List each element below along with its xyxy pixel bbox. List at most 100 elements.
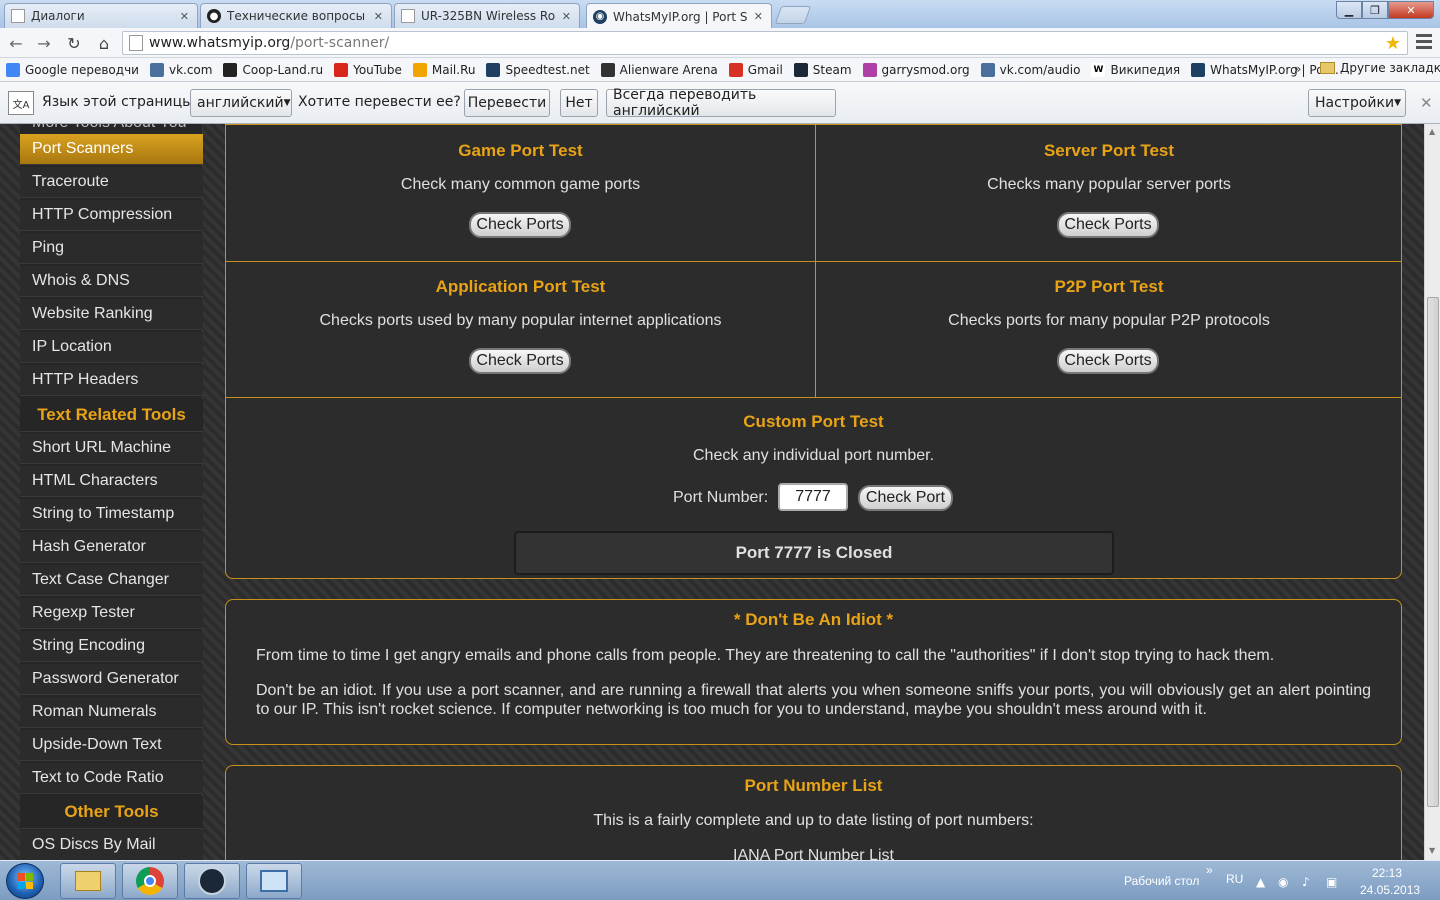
home-icon[interactable]: ⌂ — [94, 33, 114, 53]
menu-icon[interactable] — [1416, 34, 1432, 50]
always-translate-button[interactable]: Всегда переводить английский — [606, 87, 836, 119]
clock-time[interactable]: 22:13 — [1372, 866, 1402, 880]
close-icon[interactable]: ✕ — [754, 10, 763, 23]
sidebar-item[interactable]: Short URL Machine — [20, 433, 203, 464]
sidebar-item[interactable]: Text to Code Ratio — [20, 763, 203, 794]
bookmark-item[interactable]: Alienware Arena — [600, 62, 718, 77]
sidebar-item[interactable]: Hash Generator — [20, 532, 203, 563]
scroll-down-icon[interactable]: ▼ — [1429, 846, 1435, 855]
bookmark-item[interactable]: W Википедия — [1091, 62, 1180, 77]
check-ports-button[interactable]: Check Ports — [469, 348, 571, 374]
sidebar-item[interactable]: Password Generator — [20, 664, 203, 695]
scroll-thumb[interactable] — [1427, 297, 1439, 807]
maximize-button[interactable]: ❐ — [1362, 1, 1388, 19]
sidebar-item[interactable]: Upside-Down Text — [20, 730, 203, 761]
tab-router[interactable]: UR-325BN Wireless Router ✕ — [394, 3, 580, 28]
sidebar-item[interactable]: Whois & DNS — [20, 266, 203, 297]
sidebar-item[interactable]: Website Ranking — [20, 299, 203, 330]
address-bar[interactable]: www.whatsmyip.org/port-scanner/ ★ — [122, 31, 1408, 55]
check-ports-button[interactable]: Check Ports — [1057, 212, 1159, 238]
scroll-up-icon[interactable]: ▲ — [1429, 127, 1435, 136]
back-arrow-icon[interactable]: ← — [6, 33, 26, 53]
bookmark-label: Google переводчи — [25, 62, 139, 77]
check-port-button[interactable]: Check Port — [858, 485, 953, 511]
chrome-taskbar-button[interactable] — [122, 863, 178, 899]
reload-icon[interactable]: ↻ — [64, 33, 84, 53]
explorer-taskbar-button[interactable] — [60, 863, 116, 899]
minimize-button[interactable]: ▁ — [1336, 1, 1362, 19]
bookmark-item[interactable]: Gmail — [728, 62, 783, 77]
bookmark-item[interactable]: WhatsMyIP.org | Por... — [1191, 62, 1339, 77]
bookmark-favicon-icon — [1191, 62, 1206, 77]
other-bookmarks-label: Другие закладки — [1340, 61, 1440, 75]
sidebar-item[interactable]: HTTP Headers — [20, 365, 203, 396]
close-icon[interactable]: ✕ — [180, 10, 189, 23]
sidebar-item[interactable]: Roman Numerals — [20, 697, 203, 728]
steam-taskbar-button[interactable] — [184, 863, 240, 899]
bookmark-star-icon[interactable]: ★ — [1385, 33, 1401, 54]
other-bookmarks[interactable]: Другие закладки — [1320, 61, 1440, 75]
port-number-input[interactable]: 7777 — [778, 483, 848, 511]
clock-date[interactable]: 24.05.2013 — [1360, 883, 1420, 897]
bookmark-item[interactable]: Steam — [793, 62, 852, 77]
check-ports-button[interactable]: Check Ports — [469, 212, 571, 238]
folder-icon — [75, 871, 101, 891]
bookmark-item[interactable]: vk.com — [149, 62, 212, 77]
forward-arrow-icon[interactable]: → — [34, 33, 54, 53]
tab-tech-questions[interactable]: ● Технические вопросы и ✕ — [200, 3, 392, 28]
show-hidden-icons-icon[interactable]: ▲ — [1256, 875, 1270, 889]
check-ports-button[interactable]: Check Ports — [1057, 348, 1159, 374]
sidebar-item[interactable]: Traceroute — [20, 167, 203, 198]
language-indicator[interactable]: RU — [1226, 872, 1243, 886]
translate-question: Хотите перевести ее? — [298, 94, 461, 110]
no-button[interactable]: Нет — [560, 89, 598, 117]
bookmark-item[interactable]: Speedtest.net — [486, 62, 590, 77]
bookmarks-more-button[interactable]: » — [1294, 62, 1301, 76]
bookmark-label: YouTube — [353, 62, 402, 77]
sidebar-item[interactable]: String to Timestamp — [20, 499, 203, 530]
section-description: Check many common game ports — [400, 176, 641, 193]
translate-button[interactable]: Перевести — [464, 89, 550, 117]
bookmark-item[interactable]: Coop-Land.ru — [223, 62, 323, 77]
new-tab-button[interactable] — [774, 6, 812, 24]
close-icon[interactable]: ✕ — [1420, 94, 1433, 112]
close-icon[interactable]: ✕ — [562, 10, 571, 23]
bookmark-item[interactable]: Google переводчи — [6, 62, 139, 77]
network-icon[interactable]: ▣ — [1326, 875, 1340, 889]
sidebar-item[interactable]: Regexp Tester — [20, 598, 203, 629]
bookmark-item[interactable]: vk.com/audio — [980, 62, 1080, 77]
sidebar-item[interactable]: HTTP Compression — [20, 200, 203, 231]
sidebar-item[interactable]: OS Discs By Mail — [20, 830, 203, 860]
tab-dialogs[interactable]: Диалоги ✕ — [4, 3, 198, 28]
bookmark-item[interactable]: YouTube — [334, 62, 402, 77]
toolbar-chevron[interactable]: » — [1206, 863, 1213, 877]
bookmark-item[interactable]: Mail.Ru — [412, 62, 475, 77]
sidebar-heading: Text Related Tools — [20, 399, 203, 432]
iana-port-list-link[interactable]: IANA Port Number List — [226, 847, 1401, 860]
start-button[interactable] — [6, 863, 44, 899]
volume-icon[interactable]: ♪ — [1302, 875, 1316, 889]
steam-tray-icon[interactable]: ◉ — [1278, 875, 1292, 889]
close-icon[interactable]: ✕ — [374, 10, 383, 23]
port-list-title: Port Number List — [744, 776, 883, 795]
scrollbar[interactable]: ▲ ▼ — [1424, 124, 1440, 860]
sidebar-item[interactable]: Port Scanners — [20, 134, 203, 165]
bookmark-item[interactable]: garrysmod.org — [862, 62, 970, 77]
tab-whatsmyip[interactable]: ◉ WhatsMyIP.org | Port Scar ✕ — [586, 3, 772, 29]
url-path: /port-scanner/ — [290, 35, 390, 51]
close-window-button[interactable]: ✕ — [1388, 1, 1434, 19]
sidebar-item[interactable]: HTML Characters — [20, 466, 203, 497]
page-icon — [11, 9, 25, 23]
desktop-toolbar-label[interactable]: Рабочий стол — [1124, 874, 1199, 888]
sidebar-item[interactable]: IP Location — [20, 332, 203, 363]
sidebar-item[interactable]: String Encoding — [20, 631, 203, 662]
section-title: Application Port Test — [435, 277, 606, 296]
sidebar-item[interactable]: Ping — [20, 233, 203, 264]
remote-desktop-taskbar-button[interactable] — [246, 863, 302, 899]
settings-button[interactable]: Настройки ▼ — [1308, 89, 1406, 117]
sidebar-item-cut[interactable]: More Tools About You — [32, 124, 187, 132]
sidebar-item[interactable]: Text Case Changer — [20, 565, 203, 596]
language-select[interactable]: английский ▼ — [190, 89, 292, 117]
port-number-label: Port Number: — [673, 489, 769, 506]
warning-panel: * Don't Be An Idiot * From time to time … — [225, 599, 1402, 745]
